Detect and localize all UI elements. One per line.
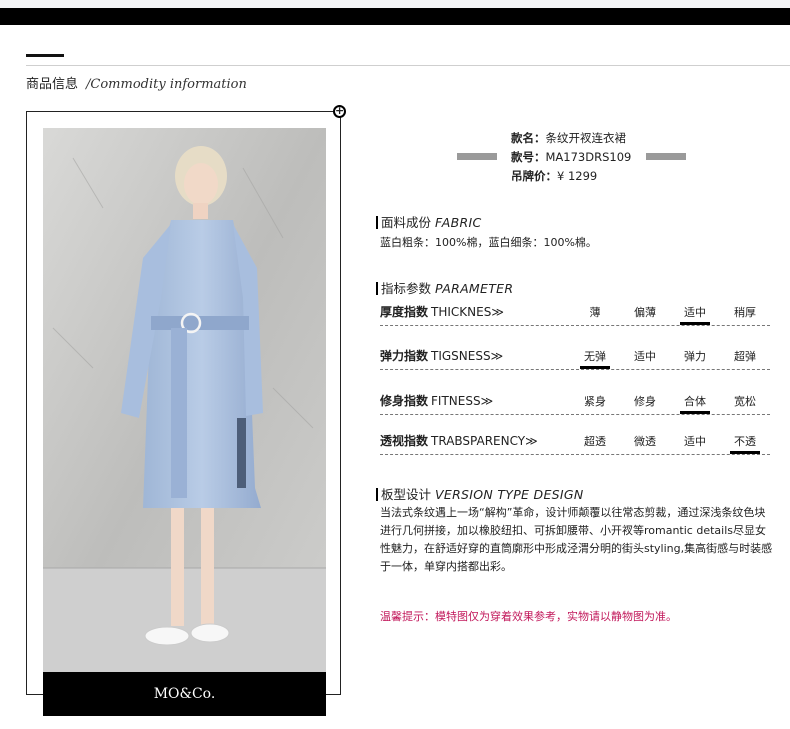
product-price: ¥ 1299 <box>557 169 598 183</box>
top-shadow-strip <box>0 0 790 8</box>
plus-circle-icon[interactable]: + <box>333 105 346 118</box>
parameter-row-divider <box>380 325 770 326</box>
parameter-option: 薄 <box>589 306 601 319</box>
product-name: 条纹开衩连衣裙 <box>545 131 627 145</box>
section-divider <box>26 65 790 66</box>
parameter-option: 紧身 <box>584 395 606 408</box>
design-description: 当法式条纹遇上一场“解构”革命，设计师颠覆以往常态剪裁，通过深浅条纹色块进行几何… <box>380 506 773 573</box>
parameter-option: 超弹 <box>734 350 756 363</box>
model-photo[interactable] <box>43 128 326 672</box>
section-accent-dash <box>26 54 64 57</box>
parameter-option: 偏薄 <box>634 306 656 319</box>
parameter-row-label: 透视指数 TRABSPARENCY≫ <box>380 434 538 448</box>
parameter-option: 修身 <box>634 395 656 408</box>
parameter-option: 适中 <box>680 304 710 325</box>
section-title-cn: 商品信息 <box>26 77 79 92</box>
design-heading: 板型设计 VERSION TYPE DESIGN <box>376 484 584 503</box>
parameter-option: 超透 <box>584 435 606 448</box>
parameter-row-label: 修身指数 FITNESS≫ <box>380 394 494 408</box>
parameter-option: 适中 <box>634 350 656 363</box>
parameter-row-label: 弹力指数 TIGSNESS≫ <box>380 349 504 363</box>
fabric-text: 蓝白粗条：100%棉，蓝白细条：100%棉。 <box>380 236 597 249</box>
parameter-row-label: 厚度指数 THICKNES≫ <box>380 305 504 319</box>
decor-bar-left <box>457 153 497 160</box>
decor-bar-right <box>646 153 686 160</box>
product-code: MA173DRS109 <box>545 150 632 164</box>
parameter-option: 弹力 <box>684 350 706 363</box>
parameter-option: 稍厚 <box>734 306 756 319</box>
parameter-option: 不透 <box>730 433 760 454</box>
parameter-row-divider <box>380 414 770 415</box>
brand-label: MO&Co. <box>43 672 326 716</box>
parameter-option: 适中 <box>684 435 706 448</box>
section-title: 商品信息/Commodity information <box>26 73 247 92</box>
parameter-option: 合体 <box>680 393 710 414</box>
top-black-bar <box>0 8 790 25</box>
parameter-option: 微透 <box>634 435 656 448</box>
parameter-heading: 指标参数 PARAMETER <box>376 278 513 297</box>
product-code-row: 款号：MA173DRS109 <box>511 150 632 164</box>
notice-text: 温馨提示：模特图仅为穿着效果参考，实物请以静物图为准。 <box>380 610 677 623</box>
product-price-row: 吊牌价：¥ 1299 <box>511 169 598 183</box>
parameter-option: 无弹 <box>580 348 610 369</box>
model-photo-illustration <box>43 128 326 672</box>
fabric-heading: 面料成份 FABRIC <box>376 212 482 231</box>
parameter-option: 宽松 <box>734 395 756 408</box>
parameter-row-divider <box>380 369 770 370</box>
section-title-en: /Commodity information <box>86 77 247 92</box>
product-name-row: 款名：条纹开衩连衣裙 <box>511 131 627 145</box>
parameter-row-divider <box>380 454 770 455</box>
